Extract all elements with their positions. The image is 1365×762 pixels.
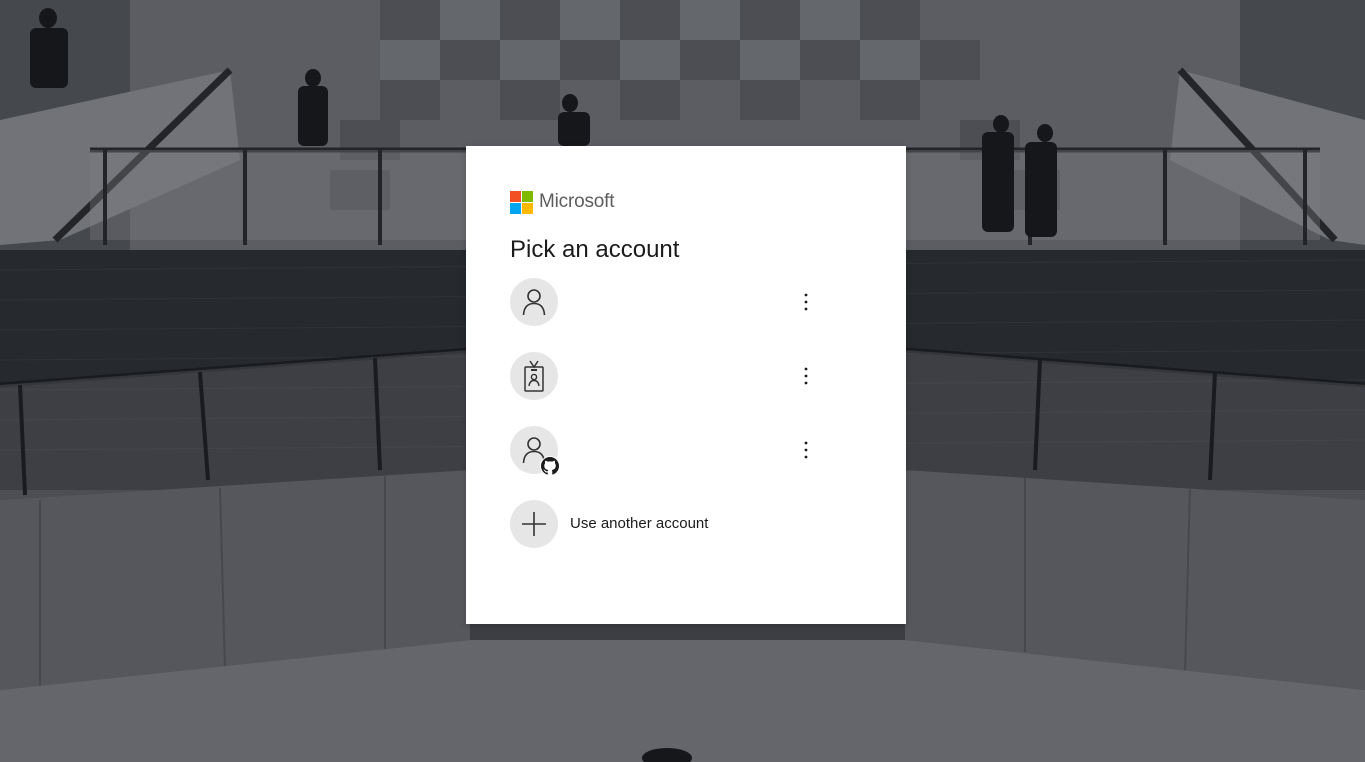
microsoft-logo-icon xyxy=(510,190,533,214)
add-account-avatar xyxy=(510,500,558,548)
microsoft-brand: Microsoft xyxy=(510,190,862,214)
account-tile-3[interactable] xyxy=(510,426,862,476)
more-options-icon[interactable] xyxy=(794,290,818,314)
account-label xyxy=(570,293,580,311)
account-label xyxy=(570,441,580,459)
account-tile-2[interactable] xyxy=(510,352,862,400)
use-another-account-label: Use another account xyxy=(570,515,709,532)
logo-square-red xyxy=(510,190,521,202)
use-another-account-button[interactable]: Use another account xyxy=(510,500,862,548)
page-title: Pick an account xyxy=(510,236,680,263)
account-list: Use another account xyxy=(510,278,862,548)
more-options-icon[interactable] xyxy=(794,438,818,462)
account-avatar xyxy=(510,352,558,400)
person-icon xyxy=(522,289,546,316)
work-badge-icon xyxy=(524,360,544,392)
account-avatar xyxy=(510,426,560,476)
github-icon xyxy=(540,456,560,476)
plus-icon xyxy=(522,512,546,536)
account-label xyxy=(570,367,580,385)
logo-square-blue xyxy=(510,202,521,214)
account-tile-1[interactable] xyxy=(510,278,862,326)
more-options-icon[interactable] xyxy=(794,364,818,388)
logo-square-green xyxy=(522,190,533,202)
logo-square-yellow xyxy=(522,202,533,214)
brand-name: Microsoft xyxy=(539,191,615,212)
sign-in-dialog: Microsoft Pick an account Use another ac… xyxy=(466,146,906,624)
account-avatar xyxy=(510,278,558,326)
